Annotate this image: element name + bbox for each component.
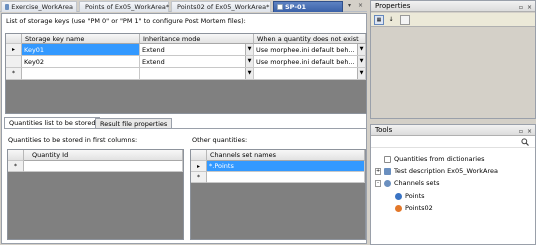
grid-corner	[8, 150, 24, 161]
new-quantity-cell[interactable]	[24, 161, 183, 172]
new-quantity-missing-select[interactable]: ▼	[254, 68, 366, 80]
storage-editor-panel: List of storage keys (use "PM 0" or "PM …	[1, 13, 367, 244]
dropdown-arrow-icon[interactable]: ▼	[245, 68, 253, 79]
tab-points[interactable]: Points of Ex05_WorkArea*	[79, 1, 169, 12]
alphabetical-sort-icon[interactable]: ↓	[386, 15, 396, 25]
quantity-missing-value: Use morphee.ini default beh...	[256, 46, 355, 54]
points-icon	[395, 192, 402, 200]
points02-icon	[395, 204, 402, 212]
channels-set-cell[interactable]: *.Points	[207, 161, 365, 172]
channels-grid: Channels set names ▸ *.Points *	[190, 149, 366, 240]
tools-panel: Tools ▫ × Quantities from dictionaries +…	[370, 124, 536, 245]
subtab-divider	[4, 128, 366, 129]
dropdown-arrow-icon[interactable]: ▼	[357, 44, 365, 55]
dropdown-arrow-icon[interactable]: ▼	[245, 56, 253, 67]
row-marker[interactable]: ▸	[191, 161, 207, 172]
categorized-icon[interactable]: ▦	[374, 15, 384, 25]
tree-item-points02[interactable]: Points02	[395, 204, 433, 212]
inheritance-mode-select[interactable]: Extend ▼	[140, 56, 254, 68]
storage-key-name-cell[interactable]: Key01	[22, 44, 140, 56]
new-row-marker[interactable]: *	[191, 172, 207, 183]
tab-points02[interactable]: Points02 of Ex05_WorkArea*	[171, 1, 271, 12]
workarea-icon	[5, 4, 10, 10]
other-quantities-label: Other quantities:	[192, 136, 248, 144]
properties-title-bar: Properties ▫ ×	[371, 1, 535, 12]
tab-sp-01[interactable]: SP-01	[273, 1, 343, 12]
new-channels-set-cell[interactable]	[207, 172, 365, 183]
new-inheritance-mode-select[interactable]: ▼	[140, 68, 254, 80]
tab-exercise-workarea[interactable]: Exercise_WorkArea	[1, 1, 77, 12]
col-quantity-id[interactable]: Quantity Id	[24, 150, 183, 161]
storage-keys-grid: Storage key name Inheritance mode When a…	[5, 33, 367, 114]
properties-panel: Properties ▫ × ▦ ↓	[370, 0, 536, 119]
new-row-marker[interactable]: *	[6, 68, 22, 80]
pin-button[interactable]: ▫	[519, 2, 523, 13]
dropdown-arrow-icon[interactable]: ▼	[357, 56, 365, 67]
tree-item-quantities-from-dictionaries[interactable]: Quantities from dictionaries	[375, 155, 485, 163]
quantity-grid: Quantity Id *	[7, 149, 184, 240]
storage-hint: List of storage keys (use "PM 0" or "PM …	[6, 17, 246, 25]
grid-corner	[6, 34, 22, 44]
col-channels-set-names[interactable]: Channels set names	[207, 150, 365, 161]
close-button[interactable]: ×	[527, 2, 532, 13]
quantity-missing-select[interactable]: Use morphee.ini default beh... ▼	[254, 44, 366, 56]
dropdown-arrow-icon[interactable]: ▼	[245, 44, 253, 55]
new-row-marker[interactable]: *	[8, 161, 24, 172]
tools-title: Tools	[375, 126, 393, 134]
tree-item-test-description[interactable]: + Test description Ex05_WorkArea	[375, 167, 498, 175]
test-description-icon	[384, 167, 391, 175]
channels-icon	[384, 179, 391, 187]
storage-key-name-cell[interactable]: Key02	[22, 56, 140, 68]
property-pages-icon[interactable]	[400, 15, 410, 25]
col-inheritance-mode[interactable]: Inheritance mode	[140, 34, 254, 44]
properties-content	[371, 28, 535, 118]
dictionary-icon	[384, 155, 391, 163]
tree-expander[interactable]: +	[375, 167, 381, 175]
search-icon[interactable]	[521, 138, 529, 146]
row-marker[interactable]: ▸	[6, 44, 22, 56]
document-tab-bar: Exercise_WorkArea Points of Ex05_WorkAre…	[0, 0, 367, 12]
col-quantity-missing[interactable]: When a quantity does not exist	[254, 34, 366, 44]
quantity-missing-select[interactable]: Use morphee.ini default beh... ▼	[254, 56, 366, 68]
row-marker[interactable]	[6, 56, 22, 68]
grid-corner	[191, 150, 207, 161]
inheritance-mode-select[interactable]: Extend ▼	[140, 44, 254, 56]
close-tab-button[interactable]: ×	[358, 2, 363, 9]
col-storage-key-name[interactable]: Storage key name	[22, 34, 140, 44]
inheritance-mode-value: Extend	[142, 58, 165, 66]
tab-list-button[interactable]: ▾	[348, 2, 351, 9]
properties-toolbar: ▦ ↓	[371, 13, 535, 27]
tools-search-bar[interactable]	[371, 136, 535, 148]
tree-item-channels-sets[interactable]: - Channels sets	[375, 179, 439, 187]
tree-expander[interactable]: -	[375, 179, 381, 187]
tools-title-bar: Tools ▫ ×	[371, 125, 535, 136]
dropdown-arrow-icon[interactable]: ▼	[357, 68, 365, 79]
inheritance-mode-value: Extend	[142, 46, 165, 54]
quantity-missing-value: Use morphee.ini default beh...	[256, 58, 355, 66]
storage-icon	[277, 4, 283, 10]
quantities-label: Quantities to be stored in first columns…	[8, 136, 138, 144]
tree-item-points[interactable]: Points	[395, 192, 425, 200]
properties-title: Properties	[375, 2, 411, 10]
new-storage-key-cell[interactable]	[22, 68, 140, 80]
